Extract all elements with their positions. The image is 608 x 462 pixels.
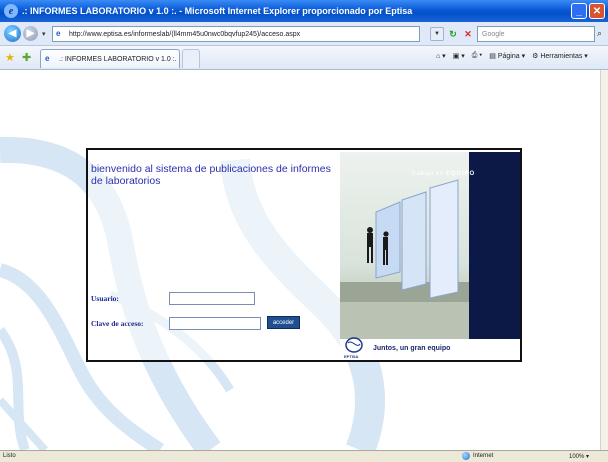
address-toolbar: ◀ ▶ ▾ e http://www.eptisa.es/informeslab… xyxy=(0,22,608,46)
search-icon[interactable]: ⌕ xyxy=(597,28,602,39)
home-icon[interactable]: ⌂ ▾ xyxy=(436,52,446,60)
search-placeholder: Google xyxy=(482,30,505,38)
feeds-icon[interactable]: ▣ ▾ xyxy=(453,52,465,60)
tools-menu[interactable]: ⚙ Herramientas ▾ xyxy=(532,52,588,61)
browser-tab[interactable]: e .: INFORMES LABORATORIO v 1.0 :. xyxy=(40,49,180,68)
title-bar: e .: INFORMES LABORATORIO v 1.0 :. - Mic… xyxy=(0,0,608,22)
password-input[interactable] xyxy=(169,317,261,330)
password-label: Clave de acceso: xyxy=(91,319,144,328)
promo-tagline-prefix: trabajo en xyxy=(412,171,444,177)
username-input[interactable] xyxy=(169,292,255,305)
forward-button[interactable]: ▶ xyxy=(23,26,38,41)
zoom-label: 100% xyxy=(569,454,585,460)
history-dropdown-icon[interactable]: ▾ xyxy=(42,30,46,38)
close-button[interactable]: ✕ xyxy=(589,3,605,19)
command-bar: ⌂ ▾ ▣ ▾ ⎙ ▾ ▤ Página ▾ ⚙ Herramientas ▾ xyxy=(436,52,588,60)
promo-image: trabajo en EQUIPO xyxy=(340,152,520,339)
internet-globe-icon xyxy=(462,452,470,460)
vertical-scrollbar[interactable] xyxy=(600,70,608,450)
tab-toolbar: ★ ✚ e .: INFORMES LABORATORIO v 1.0 :. ⌂… xyxy=(0,46,608,70)
promo-dark-band xyxy=(469,152,520,339)
new-tab-button[interactable] xyxy=(182,49,200,68)
welcome-heading: bienvenido al sistema de publicaciones d… xyxy=(91,163,331,187)
status-text: Listo xyxy=(3,453,16,459)
address-url: http://www.eptisa.es/informeslab/(ll4mm4… xyxy=(69,30,301,38)
page-content: bienvenido al sistema de publicaciones d… xyxy=(0,70,608,450)
page-menu-label: Página xyxy=(497,52,520,60)
login-panel: bienvenido al sistema de publicaciones d… xyxy=(86,148,522,362)
minimize-button[interactable]: _ xyxy=(571,3,587,19)
back-button[interactable]: ◀ xyxy=(4,25,21,42)
zoom-level[interactable]: 100% ▾ xyxy=(569,453,589,460)
print-icon[interactable]: ⎙ ▾ xyxy=(472,52,483,60)
promo-tagline: trabajo en EQUIPO xyxy=(412,171,475,177)
zone-label: Internet xyxy=(473,453,494,459)
stop-icon[interactable]: ✕ xyxy=(461,27,475,41)
browser-window: e .: INFORMES LABORATORIO v 1.0 :. - Mic… xyxy=(0,0,608,462)
promo-slogan: Juntos, un gran equipo xyxy=(373,345,451,352)
tab-favicon-icon: e xyxy=(45,54,50,63)
favorites-star-icon[interactable]: ★ xyxy=(5,51,15,64)
search-input[interactable]: Google xyxy=(477,26,595,42)
window-title: .: INFORMES LABORATORIO v 1.0 :. - Micro… xyxy=(22,6,413,16)
login-submit-button[interactable]: acceder xyxy=(267,316,300,329)
company-logo-text: EPTISA xyxy=(344,354,359,359)
promo-tagline-emphasis: EQUIPO xyxy=(445,171,476,177)
address-dropdown-button[interactable]: ▼ xyxy=(430,27,444,41)
status-bar: Listo Internet 100% ▾ xyxy=(0,450,608,462)
ie-logo-icon: e xyxy=(4,4,18,18)
username-label: Usuario: xyxy=(91,294,119,303)
security-zone: Internet xyxy=(462,452,493,460)
add-favorites-icon[interactable]: ✚ xyxy=(22,51,31,64)
address-input[interactable]: e http://www.eptisa.es/informeslab/(ll4m… xyxy=(52,26,420,42)
tools-menu-label: Herramientas xyxy=(540,52,583,60)
tab-title: .: INFORMES LABORATORIO v 1.0 :. xyxy=(59,55,177,63)
refresh-icon[interactable]: ↻ xyxy=(446,27,460,41)
page-favicon-icon: e xyxy=(56,29,61,38)
promo-footer: EPTISA Juntos, un gran equipo xyxy=(340,337,520,360)
page-menu[interactable]: ▤ Página ▾ xyxy=(489,52,525,61)
